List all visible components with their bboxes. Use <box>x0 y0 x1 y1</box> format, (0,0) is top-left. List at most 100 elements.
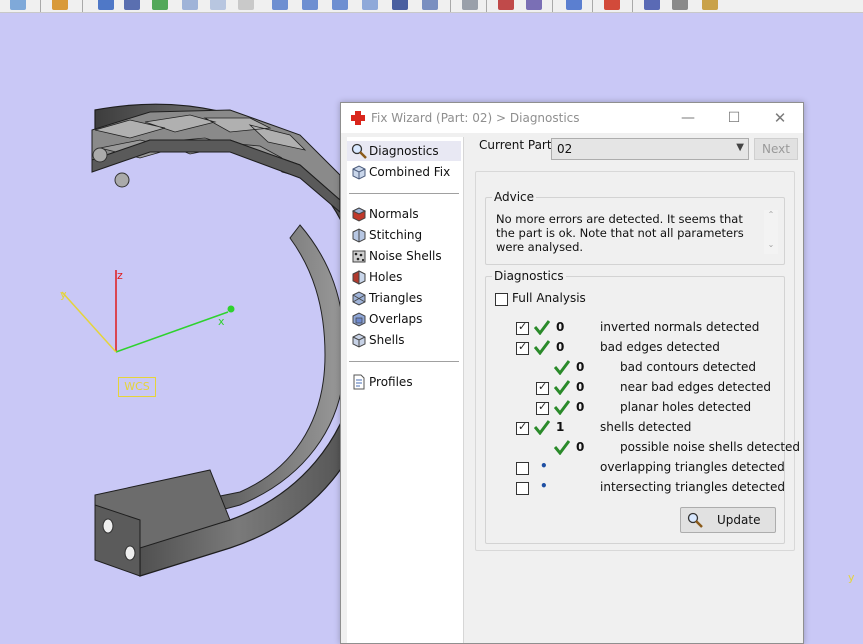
toolbar-button-13[interactable] <box>392 0 408 10</box>
nav-item-diagnostics[interactable]: Diagnostics <box>347 141 461 161</box>
current-part-select[interactable]: 02 ▼ <box>551 138 749 160</box>
profiles-icon <box>353 374 365 390</box>
diagnostics-panel: Advice No more errors are detected. It s… <box>475 171 800 551</box>
axis-handle <box>227 305 235 313</box>
overlaps-icon <box>352 312 366 327</box>
wcs-label: WCS <box>118 377 156 397</box>
count-inverted-normals: 0 <box>556 320 565 334</box>
desc-inverted-normals: inverted normals detected <box>600 320 760 334</box>
minimize-button[interactable]: — <box>665 103 711 133</box>
toolbar-button-2[interactable] <box>52 0 68 10</box>
z-axis-label: z <box>117 269 123 282</box>
toolbar-button-1[interactable] <box>10 0 26 10</box>
nav-label: Triangles <box>369 291 423 305</box>
toolbar-button-16[interactable] <box>498 0 514 10</box>
toolbar-button-5[interactable] <box>152 0 168 10</box>
toolbar-separator <box>82 0 83 12</box>
toolbar-button-14[interactable] <box>422 0 438 10</box>
x-axis-label: x <box>218 315 225 328</box>
check-planar-holes[interactable]: ✓ <box>536 400 549 415</box>
magnifier-icon <box>351 143 367 159</box>
check-bad-edges[interactable]: ✓ <box>516 340 529 355</box>
toolbar-button-15[interactable] <box>462 0 478 10</box>
advice-group: Advice No more errors are detected. It s… <box>485 190 785 265</box>
maximize-button[interactable]: ☐ <box>711 103 757 133</box>
close-button[interactable]: ✕ <box>757 103 803 133</box>
check-near-bad-edges[interactable]: ✓ <box>536 380 549 395</box>
desc-overlapping-triangles: overlapping triangles detected <box>600 460 785 474</box>
fix-wizard-dialog: Fix Wizard (Part: 02) > Diagnostics — ☐ … <box>340 102 804 644</box>
nav-item-noise-shells[interactable]: Noise Shells <box>347 246 461 266</box>
checkmark-icon: ✓ <box>538 400 548 413</box>
ok-check-icon <box>554 380 570 395</box>
scroll-down-icon[interactable]: ⌄ <box>766 240 776 249</box>
cube-icon <box>352 165 366 180</box>
nav-item-combined-fix[interactable]: Combined Fix <box>347 162 461 182</box>
nav-label: Diagnostics <box>369 144 439 158</box>
update-button[interactable]: Update <box>680 507 776 533</box>
desc-planar-holes: planar holes detected <box>620 400 752 414</box>
nav-divider <box>349 193 459 194</box>
check-intersecting-triangles[interactable] <box>516 482 529 495</box>
pending-dot-icon: • <box>540 459 548 473</box>
dialog-titlebar[interactable]: Fix Wizard (Part: 02) > Diagnostics — ☐ … <box>341 103 803 133</box>
x-axis-line <box>115 311 229 353</box>
nav-item-stitching[interactable]: Stitching <box>347 225 461 245</box>
toolbar-button-3[interactable] <box>98 0 114 10</box>
nav-item-normals[interactable]: Normals <box>347 204 461 224</box>
toolbar-separator <box>486 0 487 12</box>
full-analysis-label: Full Analysis <box>512 291 586 305</box>
nav-label: Combined Fix <box>369 165 451 179</box>
count-bad-edges: 0 <box>556 340 565 354</box>
toolbar-button-6[interactable] <box>182 0 198 10</box>
check-overlapping-triangles[interactable] <box>516 462 529 475</box>
toolbar-button-20[interactable] <box>644 0 660 10</box>
update-label: Update <box>717 513 761 527</box>
desc-intersecting-triangles: intersecting triangles detected <box>600 480 785 494</box>
ok-check-icon <box>534 340 550 355</box>
toolbar-button-18[interactable] <box>566 0 582 10</box>
toolbar-button-9[interactable] <box>272 0 288 10</box>
scroll-up-icon[interactable]: ⌃ <box>766 210 776 219</box>
ok-check-icon <box>534 320 550 335</box>
toolbar-button-11[interactable] <box>332 0 348 10</box>
count-noise-shells: 0 <box>576 440 585 454</box>
toolbar-button-7[interactable] <box>210 0 226 10</box>
toolbar-button-10[interactable] <box>302 0 318 10</box>
nav-label: Profiles <box>369 375 413 389</box>
main-toolbar <box>0 0 863 13</box>
toolbar-separator <box>552 0 553 12</box>
nav-item-triangles[interactable]: Triangles <box>347 288 461 308</box>
nav-label: Holes <box>369 270 403 284</box>
check-shells[interactable]: ✓ <box>516 420 529 435</box>
stitching-icon <box>352 228 366 243</box>
toolbar-separator <box>40 0 41 12</box>
dialog-title: Fix Wizard (Part: 02) > Diagnostics <box>371 111 580 125</box>
toolbar-button-12[interactable] <box>362 0 378 10</box>
diagnostics-title: Diagnostics <box>492 269 566 283</box>
nav-label: Noise Shells <box>369 249 442 263</box>
toolbar-button-4[interactable] <box>124 0 140 10</box>
desc-bad-contours: bad contours detected <box>620 360 756 374</box>
toolbar-button-8[interactable] <box>238 0 254 10</box>
nav-item-shells[interactable]: Shells <box>347 330 461 350</box>
pending-dot-icon: • <box>540 479 548 493</box>
check-inverted-normals[interactable]: ✓ <box>516 320 529 335</box>
wizard-nav: Diagnostics Combined Fix Normals Stitchi… <box>347 137 464 643</box>
advice-scrollbar[interactable]: ⌃ ⌄ <box>764 210 778 254</box>
advice-title: Advice <box>492 190 537 204</box>
current-part-label: Current Part: <box>479 138 556 152</box>
nav-item-holes[interactable]: Holes <box>347 267 461 287</box>
nav-label: Normals <box>369 207 419 221</box>
desc-shells: shells detected <box>600 420 692 434</box>
ok-check-icon <box>534 420 550 435</box>
magnifier-icon <box>687 512 703 528</box>
next-button[interactable]: Next <box>754 138 798 160</box>
toolbar-button-17[interactable] <box>526 0 542 10</box>
nav-item-profiles[interactable]: Profiles <box>347 372 461 392</box>
full-analysis-checkbox[interactable] <box>495 293 508 306</box>
nav-item-overlaps[interactable]: Overlaps <box>347 309 461 329</box>
toolbar-button-21[interactable] <box>672 0 688 10</box>
toolbar-button-19[interactable] <box>604 0 620 10</box>
toolbar-button-22[interactable] <box>702 0 718 10</box>
